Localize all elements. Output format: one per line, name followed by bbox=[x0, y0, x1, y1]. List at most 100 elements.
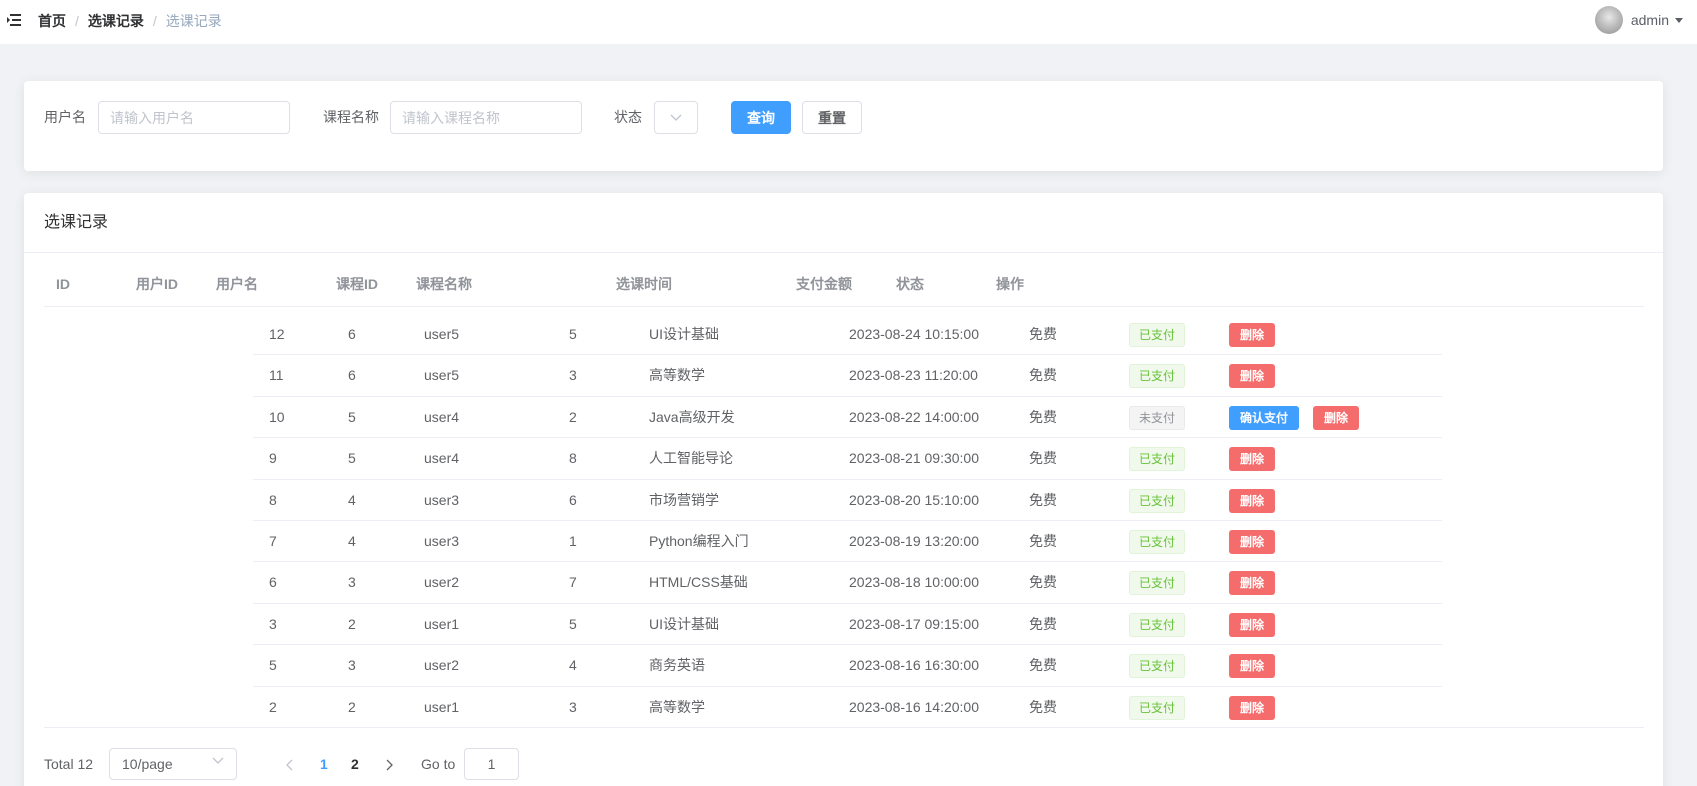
table-row: 5 3 user2 4 商务英语 2023-08-16 16:30:00 免费 已支付 删除 bbox=[253, 645, 1442, 687]
confirm-payment-button[interactable]: 确认支付 bbox=[1229, 405, 1300, 430]
caret-down-icon[interactable] bbox=[1675, 17, 1683, 23]
delete-button[interactable]: 删除 bbox=[1229, 612, 1276, 637]
breadcrumb-parent[interactable]: 选课记录 bbox=[88, 11, 144, 31]
breadcrumb-separator: / bbox=[75, 13, 79, 29]
prev-page-button[interactable] bbox=[286, 748, 294, 780]
status-select[interactable] bbox=[654, 101, 698, 134]
cell-course-id: 8 bbox=[569, 450, 577, 467]
cell-username: user5 bbox=[424, 367, 460, 384]
cell-course-id: 2 bbox=[569, 408, 577, 425]
next-page-button[interactable] bbox=[385, 748, 393, 780]
cell-user-id: 6 bbox=[348, 367, 356, 384]
status-badge: 已支付 bbox=[1129, 695, 1186, 720]
menu-toggle-icon[interactable] bbox=[6, 12, 22, 28]
cell-select-time: 2023-08-23 11:20:00 bbox=[849, 367, 978, 384]
cell-user-id: 3 bbox=[348, 574, 356, 591]
cell-amount: 免费 bbox=[1029, 326, 1057, 342]
cell-course-id: 7 bbox=[569, 574, 577, 591]
pagination: Total 12 10/page 1 2 Go to bbox=[44, 748, 744, 780]
status-badge: 已支付 bbox=[1129, 488, 1186, 513]
breadcrumb-separator: / bbox=[152, 13, 157, 29]
status-badge: 已支付 bbox=[1129, 323, 1186, 347]
goto-label: Go to bbox=[421, 756, 456, 772]
delete-button[interactable]: 删除 bbox=[1229, 654, 1276, 679]
user-menu[interactable]: admin bbox=[1594, 6, 1683, 34]
cell-course-name: UI设计基础 bbox=[649, 326, 719, 342]
delete-button[interactable]: 删除 bbox=[1229, 447, 1276, 472]
header-id: ID bbox=[56, 276, 70, 292]
cell-user-id: 3 bbox=[348, 657, 356, 674]
delete-button[interactable]: 删除 bbox=[1229, 529, 1276, 554]
page-1[interactable]: 1 bbox=[320, 748, 328, 780]
goto-page-input[interactable] bbox=[464, 748, 519, 780]
cell-user-id: 2 bbox=[348, 698, 356, 715]
cell-id: 2 bbox=[269, 698, 277, 715]
table-row: 2 2 user1 3 高等数学 2023-08-16 14:20:00 免费 已支付 删除 bbox=[253, 687, 1442, 728]
cell-username: user4 bbox=[424, 408, 460, 425]
cell-amount: 免费 bbox=[1029, 657, 1057, 674]
cell-user-id: 4 bbox=[348, 532, 356, 549]
header-amount: 支付金额 bbox=[796, 276, 852, 292]
delete-button[interactable]: 删除 bbox=[1229, 364, 1276, 389]
status-badge: 已支付 bbox=[1129, 364, 1186, 389]
delete-button[interactable]: 删除 bbox=[1229, 571, 1276, 596]
status-label: 状态 bbox=[614, 109, 642, 125]
cell-username: user3 bbox=[424, 532, 460, 549]
cell-course-name: 高等数学 bbox=[649, 698, 705, 715]
cell-amount: 免费 bbox=[1029, 574, 1057, 591]
cell-id: 6 bbox=[269, 574, 277, 591]
course-name-input[interactable] bbox=[390, 101, 582, 134]
breadcrumb-home[interactable]: 首页 bbox=[38, 11, 66, 31]
status-badge: 已支付 bbox=[1129, 654, 1186, 679]
cell-id: 3 bbox=[269, 615, 277, 632]
delete-button[interactable]: 删除 bbox=[1229, 323, 1276, 347]
cell-amount: 免费 bbox=[1029, 698, 1057, 715]
cell-course-name: Java高级开发 bbox=[649, 408, 735, 425]
cell-amount: 免费 bbox=[1029, 408, 1057, 425]
course-name-label: 课程名称 bbox=[323, 109, 379, 125]
cell-select-time: 2023-08-17 09:15:00 bbox=[849, 615, 979, 632]
chevron-down-icon bbox=[212, 757, 224, 764]
delete-button[interactable]: 删除 bbox=[1313, 405, 1360, 430]
records-table-card: 选课记录 ID 用户ID 用户名 课程ID 课程名称 选课时间 支付金额 状态 … bbox=[24, 193, 1663, 786]
table-body: 12 6 user5 5 UI设计基础 2023-08-24 10:15:00 免费 已支付删… bbox=[253, 314, 1442, 728]
username-input[interactable] bbox=[98, 101, 290, 134]
cell-course-name: 高等数学 bbox=[649, 367, 705, 384]
delete-button[interactable]: 删除 bbox=[1229, 488, 1276, 513]
cell-amount: 免费 bbox=[1029, 532, 1057, 549]
table-row: 10 5 user4 2 Java高级开发 2023-08-22 14:00:00 免费 未支… bbox=[253, 397, 1442, 439]
reset-button[interactable]: 重置 bbox=[802, 101, 862, 134]
table-row: 6 3 user2 7 HTML/CSS基础 2023-08-18 10:00:00 免费 已… bbox=[253, 562, 1442, 604]
cell-username: user4 bbox=[424, 450, 460, 467]
table-row: 11 6 user5 3 高等数学 2023-08-23 11:20:00 免费 已支付 删除 bbox=[253, 355, 1442, 397]
cell-select-time: 2023-08-19 13:20:00 bbox=[849, 532, 979, 549]
page-size-select[interactable]: 10/page bbox=[109, 748, 237, 780]
cell-course-name: Python编程入门 bbox=[649, 532, 749, 549]
header-course-id: 课程ID bbox=[336, 276, 378, 292]
cell-course-id: 1 bbox=[569, 532, 577, 549]
avatar[interactable] bbox=[1594, 6, 1623, 34]
cell-amount: 免费 bbox=[1029, 367, 1057, 384]
header-select-time: 选课时间 bbox=[616, 276, 672, 292]
page-2[interactable]: 2 bbox=[351, 748, 359, 780]
cell-id: 7 bbox=[269, 532, 277, 549]
breadcrumb: 首页 / 选课记录 / 选课记录 bbox=[38, 11, 222, 31]
cell-id: 8 bbox=[269, 491, 277, 508]
table-row: 9 5 user4 8 人工智能导论 2023-08-21 09:30:00 免费 已支付 删除 bbox=[253, 438, 1442, 480]
cell-course-name: HTML/CSS基础 bbox=[649, 574, 748, 591]
query-button[interactable]: 查询 bbox=[731, 101, 791, 134]
cell-course-id: 6 bbox=[569, 491, 577, 508]
table-row: 12 6 user5 5 UI设计基础 2023-08-24 10:15:00 免费 已支付 删… bbox=[253, 314, 1442, 356]
table-row: 8 4 user3 6 市场营销学 2023-08-20 15:10:00 免费 已支付 删除 bbox=[253, 480, 1442, 521]
breadcrumb-current: 选课记录 bbox=[165, 13, 222, 29]
delete-button[interactable]: 删除 bbox=[1229, 695, 1276, 720]
cell-amount: 免费 bbox=[1029, 615, 1057, 632]
cell-user-id: 2 bbox=[348, 615, 356, 632]
user-name[interactable]: admin bbox=[1631, 12, 1669, 28]
cell-username: user1 bbox=[424, 698, 460, 715]
status-badge: 已支付 bbox=[1129, 447, 1186, 472]
cell-username: user2 bbox=[424, 657, 460, 674]
header-course-name: 课程名称 bbox=[416, 276, 472, 292]
page-size-value: 10/page bbox=[122, 756, 173, 772]
cell-amount: 免费 bbox=[1029, 491, 1057, 508]
